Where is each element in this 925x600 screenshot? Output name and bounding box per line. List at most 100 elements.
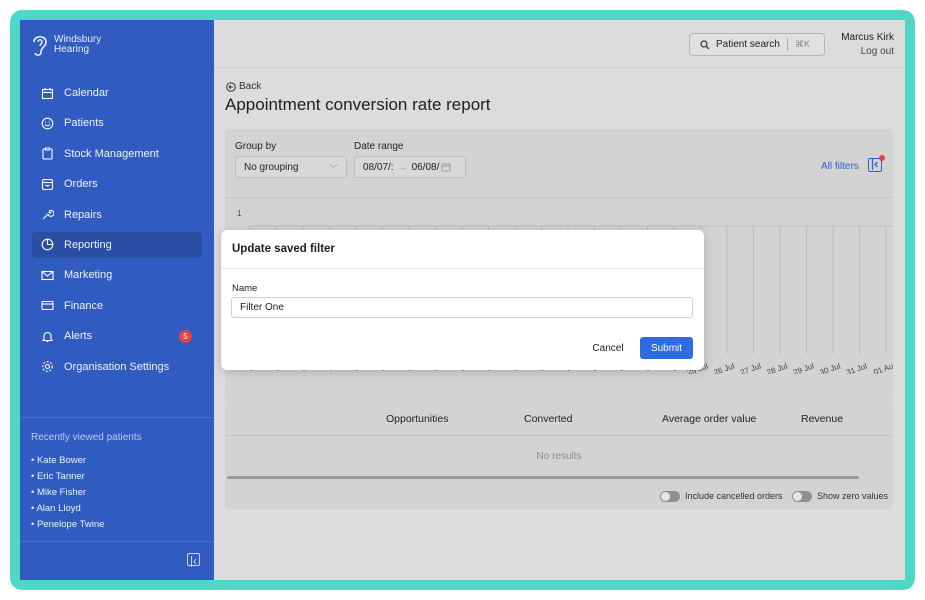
collapse-sidebar-button[interactable] xyxy=(187,553,200,567)
recent-patient-link[interactable]: • Kate Bower xyxy=(31,453,104,469)
x-tick-label: 29 Jul xyxy=(792,361,815,374)
patient-search-label: Patient search xyxy=(716,39,780,50)
alerts-count-badge: 5 xyxy=(179,330,192,344)
search-separator xyxy=(786,38,788,51)
sidebar-item-alerts[interactable]: Alerts 5 xyxy=(32,323,202,349)
wrench-icon xyxy=(40,208,54,222)
user-name: Marcus Kirk xyxy=(841,32,894,43)
sidebar-item-finance[interactable]: Finance xyxy=(32,293,202,319)
name-label: Name xyxy=(232,283,258,294)
date-range-picker[interactable]: 08/07/: → 06/08/ xyxy=(354,156,466,178)
recent-patient-link[interactable]: • Eric Tanner xyxy=(31,469,104,485)
x-tick-label: 27 Jul xyxy=(739,361,762,374)
brand-logo[interactable]: Windsbury Hearing xyxy=(30,32,101,58)
sidebar-item-label: Finance xyxy=(64,299,104,312)
bell-icon xyxy=(40,329,54,343)
column-header-opportunities[interactable]: Opportunities xyxy=(386,413,448,425)
search-icon xyxy=(700,39,710,49)
recent-patient-link[interactable]: • Mike Fisher xyxy=(31,485,104,501)
x-tick-label: 01 Au xyxy=(872,361,893,374)
x-tick-label: 30 Jul xyxy=(819,361,842,374)
date-from-value[interactable]: 08/07/: xyxy=(363,162,394,173)
card-divider xyxy=(225,197,893,198)
sidebar-item-label: Orders xyxy=(64,178,98,191)
update-saved-filter-dialog: Update saved filter Name Cancel Submit xyxy=(221,230,704,370)
sidebar-item-organisation-settings[interactable]: Organisation Settings xyxy=(32,354,202,380)
include-cancelled-orders-label: Include cancelled orders xyxy=(685,491,783,501)
search-shortcut: ⌘K xyxy=(794,39,810,49)
sidebar-item-patients[interactable]: Patients xyxy=(32,110,202,136)
smile-icon xyxy=(40,116,54,130)
x-tick-label: 28 Jul xyxy=(766,361,789,374)
filter-active-dot xyxy=(879,155,885,161)
panel-toggle-icon xyxy=(871,159,878,170)
column-header-converted[interactable]: Converted xyxy=(524,413,572,425)
collapse-icon xyxy=(191,556,197,567)
back-label: Back xyxy=(239,81,262,92)
brand-name-line2: Hearing xyxy=(54,44,90,55)
sidebar-item-marketing[interactable]: Marketing xyxy=(32,262,202,288)
patient-search-button[interactable]: Patient search ⌘K xyxy=(689,33,825,56)
sidebar-item-repairs[interactable]: Repairs xyxy=(32,202,202,228)
table-horizontal-scrollbar[interactable] xyxy=(227,476,859,479)
show-zero-values-toggle[interactable] xyxy=(792,491,812,502)
date-to-value[interactable]: 06/08/ xyxy=(412,162,440,173)
empty-results-text: No results xyxy=(536,451,582,462)
page-title: Appointment conversion rate report xyxy=(225,95,491,114)
group-by-select[interactable]: No grouping ﹀ xyxy=(235,156,347,178)
back-link[interactable]: Back xyxy=(226,81,261,92)
filter-name-input[interactable] xyxy=(231,297,693,318)
box-icon xyxy=(40,177,54,191)
all-filters-link[interactable]: All filters xyxy=(821,161,859,172)
recent-patients-title: Recently viewed patients xyxy=(31,432,142,443)
sidebar-item-stock-management[interactable]: Stock Management xyxy=(32,141,202,167)
back-arrow-icon xyxy=(226,81,236,92)
cancel-button[interactable]: Cancel xyxy=(583,337,633,359)
sidebar-item-label: Alerts xyxy=(64,330,93,343)
column-header-revenue[interactable]: Revenue xyxy=(801,413,843,425)
x-tick-label: 31 Jul xyxy=(845,361,868,374)
include-cancelled-orders-toggle[interactable] xyxy=(660,491,680,502)
sidebar-item-label: Marketing xyxy=(64,269,113,282)
sidebar-nav: Calendar Patients Stock Management Order… xyxy=(32,80,202,384)
filter-panel-button[interactable] xyxy=(868,155,885,172)
dialog-divider xyxy=(221,268,704,269)
arrow-right-icon: → xyxy=(397,161,408,173)
recent-patient-link[interactable]: • Alan Lloyd xyxy=(31,501,104,517)
sidebar: Windsbury Hearing Calendar Patients Stoc… xyxy=(20,20,214,580)
chevron-down-icon: ﹀ xyxy=(328,164,338,174)
sidebar-item-label: Patients xyxy=(64,117,104,130)
group-by-value: No grouping xyxy=(244,162,299,173)
clipboard-icon xyxy=(40,147,54,161)
group-by-label: Group by xyxy=(235,141,277,152)
sidebar-item-label: Reporting xyxy=(64,238,112,251)
logout-link[interactable]: Log out xyxy=(861,46,894,57)
y-tick-label: 1 xyxy=(237,209,242,218)
submit-button[interactable]: Submit xyxy=(640,337,693,359)
table-header-divider xyxy=(225,435,893,436)
recent-patients-list: • Kate Bower • Eric Tanner • Mike Fisher… xyxy=(31,453,104,533)
sidebar-item-label: Stock Management xyxy=(64,147,159,160)
sidebar-divider xyxy=(20,541,214,542)
sidebar-item-label: Organisation Settings xyxy=(64,360,170,373)
top-bar: Patient search ⌘K Marcus Kirk Log out xyxy=(214,20,905,68)
ear-icon xyxy=(33,35,47,56)
date-range-label: Date range xyxy=(354,141,404,152)
dialog-title: Update saved filter xyxy=(232,243,335,255)
show-zero-values-label: Show zero values xyxy=(817,491,889,501)
gear-icon xyxy=(40,360,54,374)
mail-icon xyxy=(40,268,54,282)
sidebar-item-reporting[interactable]: Reporting xyxy=(32,231,202,258)
sidebar-item-calendar[interactable]: Calendar xyxy=(32,80,202,106)
sidebar-item-orders[interactable]: Orders xyxy=(32,171,202,197)
column-header-average-order-value[interactable]: Average order value xyxy=(662,413,756,425)
sidebar-divider xyxy=(20,417,214,418)
sidebar-item-label: Repairs xyxy=(64,208,102,221)
pie-chart-icon xyxy=(40,238,54,252)
sidebar-item-label: Calendar xyxy=(64,87,109,99)
x-tick-label: 26 Jul xyxy=(713,361,736,374)
calendar-icon xyxy=(441,163,451,172)
credit-card-icon xyxy=(40,299,54,313)
recent-patient-link[interactable]: • Penelope Twine xyxy=(31,517,104,533)
results-table: Opportunities Converted Average order va… xyxy=(225,401,893,509)
